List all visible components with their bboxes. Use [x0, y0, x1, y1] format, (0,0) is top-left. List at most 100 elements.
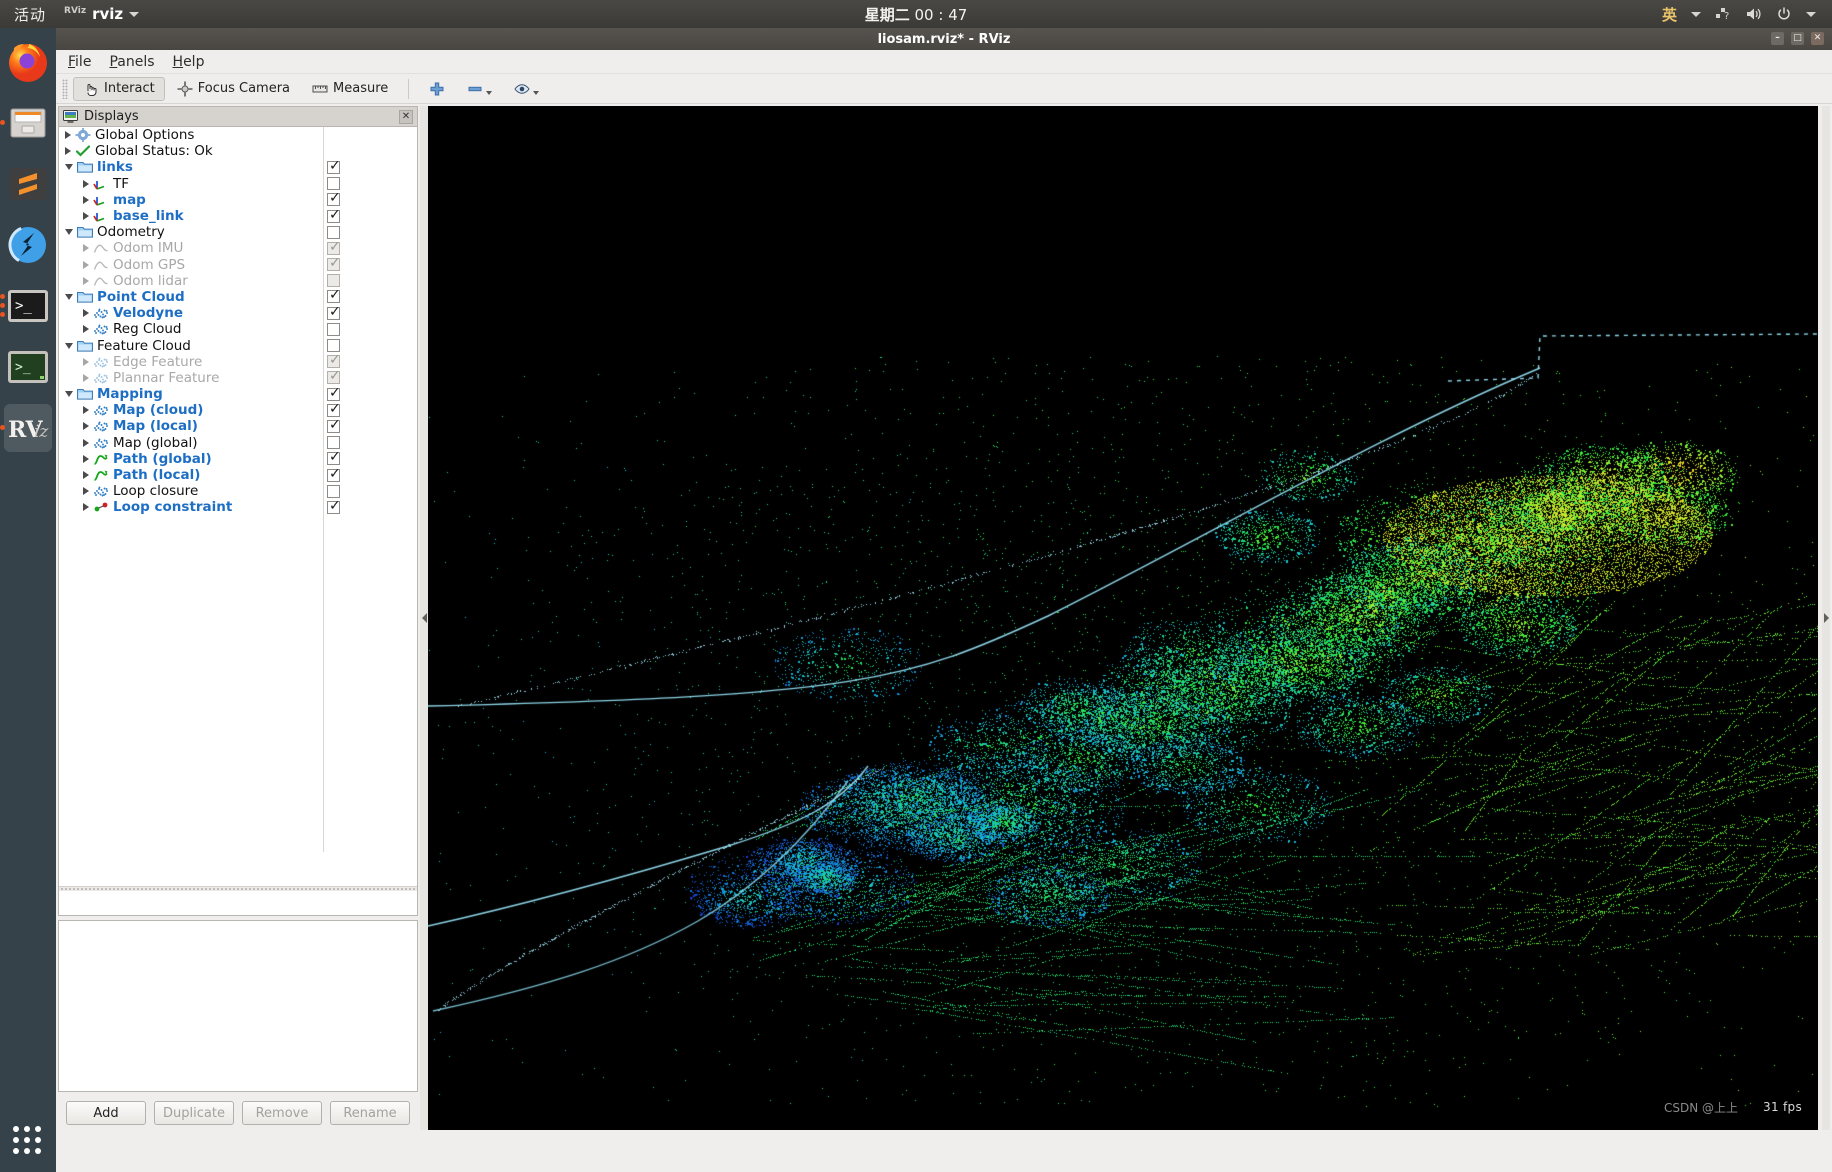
tree-item-checkbox[interactable]: ✓	[327, 499, 341, 514]
tree-item-checkbox[interactable]: ✓	[327, 208, 341, 223]
remove-tool-button[interactable]	[457, 77, 502, 101]
chevron-right-icon[interactable]	[83, 179, 89, 188]
tree-item-checkbox[interactable]	[327, 484, 340, 498]
tree-row[interactable]: map ✓	[59, 191, 417, 208]
tree-item-checkbox[interactable]: ✓	[327, 288, 341, 304]
tree-row[interactable]: Map (local) ✓	[59, 418, 417, 434]
tree-item-checkbox[interactable]: ✓	[327, 450, 341, 466]
tree-item-checkbox[interactable]: ✓	[327, 256, 341, 272]
point-cloud-canvas[interactable]	[428, 106, 1818, 1130]
clock[interactable]: 星期二 00 : 47	[0, 4, 1832, 25]
view-tool-button[interactable]	[504, 77, 549, 101]
dock-item-sublime-text[interactable]	[4, 160, 52, 208]
tree-row[interactable]: base_link ✓	[59, 208, 417, 224]
minimize-button[interactable]: –	[1771, 32, 1784, 45]
chevron-down-icon[interactable]	[1806, 11, 1816, 17]
dock-item-terminator[interactable]: >_	[4, 343, 52, 391]
tree-row[interactable]: Point Cloud ✓	[59, 288, 417, 305]
chevron-right-icon[interactable]	[83, 212, 89, 221]
menu-help[interactable]: Help	[173, 54, 205, 70]
tree-row[interactable]: Feature Cloud	[59, 337, 417, 354]
tree-item-checkbox[interactable]	[327, 274, 340, 288]
tree-row[interactable]: TF	[59, 176, 417, 192]
tree-item-checkbox[interactable]: ✓	[327, 191, 341, 207]
tree-row[interactable]: Map (global)	[59, 435, 417, 451]
chevron-right-icon[interactable]	[83, 406, 89, 415]
chevron-right-icon[interactable]	[83, 503, 89, 512]
toolbar-grip[interactable]	[62, 78, 68, 99]
tree-row[interactable]: Loop constraint ✓	[59, 499, 417, 515]
left-splitter-handle[interactable]	[420, 106, 428, 1130]
chevron-down-icon[interactable]	[65, 342, 73, 349]
tree-row[interactable]: Odom GPS ✓	[59, 256, 417, 273]
tree-row[interactable]: Map (cloud) ✓	[59, 402, 417, 418]
chevron-down-icon[interactable]	[65, 391, 73, 398]
chevron-right-icon[interactable]	[83, 438, 89, 447]
tree-item-checkbox[interactable]	[327, 322, 340, 336]
chevron-down-icon[interactable]	[65, 229, 73, 236]
chevron-down-icon[interactable]	[65, 164, 73, 171]
tree-item-checkbox[interactable]: ✓	[327, 418, 341, 433]
chevron-right-icon[interactable]	[83, 422, 89, 431]
tree-item-checkbox[interactable]: ✓	[327, 240, 341, 255]
tree-item-checkbox[interactable]: ✓	[327, 353, 341, 369]
tool-measure[interactable]: Measure	[302, 77, 398, 101]
tree-row[interactable]: Odom lidar	[59, 273, 417, 289]
question-icon[interactable]: ?	[1715, 6, 1731, 22]
chevron-right-icon[interactable]	[83, 357, 89, 366]
chevron-down-icon[interactable]	[486, 90, 493, 95]
close-button[interactable]: ✕	[1811, 32, 1824, 45]
chevron-right-icon[interactable]	[65, 131, 71, 140]
tree-item-checkbox[interactable]	[327, 225, 340, 239]
dock-item-terminal[interactable]: >_	[0, 282, 52, 330]
tree-row[interactable]: Global Status: Ok	[59, 143, 417, 159]
tree-row[interactable]: Edge Feature ✓	[59, 353, 417, 370]
tree-item-checkbox[interactable]: ✓	[327, 159, 341, 174]
activities-button[interactable]: 活动	[0, 4, 58, 25]
chevron-right-icon[interactable]	[83, 454, 89, 463]
menu-panels[interactable]: Panels	[109, 54, 154, 70]
chevron-right-icon[interactable]	[83, 373, 89, 382]
tree-row[interactable]: Mapping ✓	[59, 386, 417, 402]
chevron-right-icon[interactable]	[83, 276, 89, 285]
tree-row[interactable]: Odometry	[59, 224, 417, 240]
right-splitter-handle[interactable]	[1822, 106, 1830, 1130]
tree-item-checkbox[interactable]: ✓	[327, 305, 341, 320]
app-menu[interactable]: RViz rviz	[64, 5, 140, 23]
chevron-right-icon[interactable]	[83, 195, 89, 204]
tree-row[interactable]: links ✓	[59, 159, 417, 175]
chevron-right-icon[interactable]	[83, 260, 89, 269]
dock-item-firefox[interactable]	[4, 38, 52, 86]
render-viewport-3d[interactable]: CSDN @上上 31 fps	[428, 106, 1818, 1130]
tree-item-checkbox[interactable]: ✓	[327, 402, 341, 417]
tree-item-checkbox[interactable]	[327, 339, 340, 353]
tree-row[interactable]: Plannar Feature ✓	[59, 369, 417, 386]
dock-item-rviz[interactable]: RV iz	[0, 404, 52, 452]
tree-row[interactable]: Path (local) ✓	[59, 467, 417, 483]
volume-icon[interactable]	[1745, 6, 1762, 22]
add-button[interactable]: Add	[66, 1101, 146, 1125]
tree-row[interactable]: Path (global) ✓	[59, 450, 417, 467]
dock-item-remmina[interactable]	[4, 221, 52, 269]
panel-splitter[interactable]	[59, 886, 417, 891]
close-icon[interactable]: ✕	[399, 109, 413, 124]
show-applications-button[interactable]	[13, 1126, 43, 1156]
add-tool-button[interactable]	[419, 77, 455, 101]
tree-item-checkbox[interactable]: ✓	[327, 467, 341, 482]
tool-interact[interactable]: Interact	[73, 76, 165, 101]
power-icon[interactable]	[1776, 6, 1792, 22]
properties-panel[interactable]	[58, 920, 418, 1092]
tree-item-checkbox[interactable]: ✓	[327, 386, 341, 401]
tool-focus-camera[interactable]: Focus Camera	[167, 77, 300, 101]
menu-file[interactable]: File	[68, 54, 91, 70]
chevron-right-icon[interactable]	[65, 147, 71, 156]
tree-item-checkbox[interactable]	[327, 177, 340, 191]
chevron-down-icon[interactable]	[65, 293, 73, 300]
maximize-button[interactable]: □	[1791, 32, 1804, 45]
chevron-right-icon[interactable]	[83, 244, 89, 253]
input-method-indicator[interactable]: 英	[1662, 4, 1677, 25]
tree-row[interactable]: Reg Cloud	[59, 321, 417, 337]
chevron-right-icon[interactable]	[83, 471, 89, 480]
chevron-right-icon[interactable]	[83, 487, 89, 496]
tree-item-checkbox[interactable]	[327, 436, 340, 450]
